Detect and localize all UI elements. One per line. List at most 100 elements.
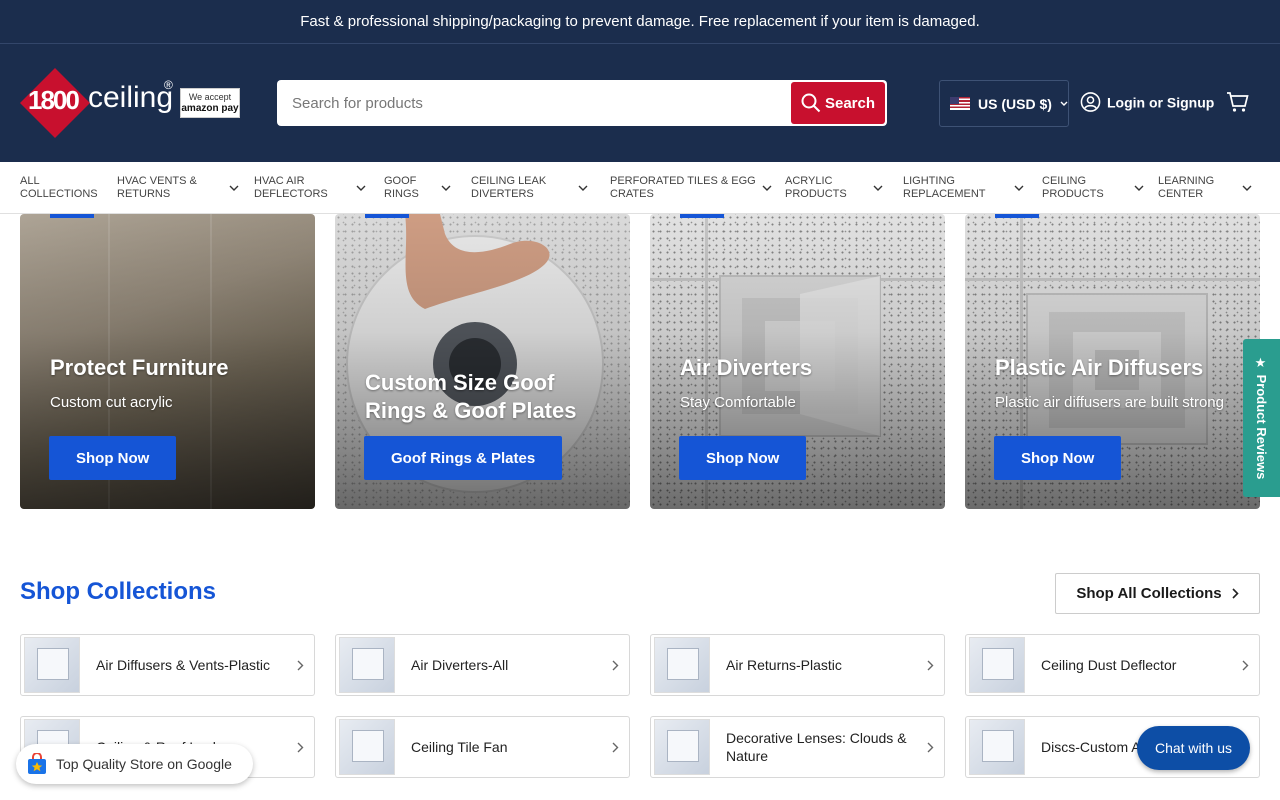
collection-thumbnail xyxy=(339,719,395,775)
amazon-badge-line1: We accept xyxy=(188,92,232,102)
collection-item[interactable]: Air Diverters-All xyxy=(335,634,630,696)
collection-label: Decorative Lenses: Clouds & Nature xyxy=(726,730,907,764)
search-input[interactable] xyxy=(277,80,791,126)
hero-card-goof-rings[interactable]: Custom Size Goof Rings & Goof Plates Goo… xyxy=(335,214,630,509)
shop-all-label: Shop All Collections xyxy=(1076,585,1222,602)
login-link[interactable]: Login or Signup xyxy=(1080,92,1214,113)
amazon-badge-line2: amazon pay xyxy=(181,103,239,114)
shop-all-collections-button[interactable]: Shop All Collections xyxy=(1055,573,1260,614)
shop-now-button[interactable]: Shop Now xyxy=(49,436,177,480)
hero-card-air-diverters[interactable]: Air Diverters Stay Comfortable Shop Now xyxy=(650,214,945,509)
collections-header: Shop Collections Shop All Collections xyxy=(20,573,1260,614)
chevron-down-icon xyxy=(873,185,883,191)
google-badge-label: Top Quality Store on Google xyxy=(56,756,232,772)
chevron-right-icon xyxy=(297,660,303,670)
nav-item-hvac-deflectors[interactable]: HVAC AIR DEFLECTORS xyxy=(254,175,384,201)
nav-label-line1: ACRYLIC xyxy=(785,174,833,187)
nav-item-learning-center[interactable]: LEARNING CENTER xyxy=(1158,175,1258,201)
chevron-right-icon xyxy=(297,742,303,752)
nav-label-line1: HVAC VENTS & xyxy=(117,174,197,187)
search-bar: Search xyxy=(277,80,887,126)
search-button-label: Search xyxy=(824,94,876,112)
currency-label: US (USD $) xyxy=(978,95,1052,112)
nav-label-line2: PRODUCTS xyxy=(785,187,847,200)
card-title: Plastic Air Diffusers xyxy=(995,355,1204,380)
main-nav: ALL COLLECTIONS HVAC VENTS & RETURNS HVAC … xyxy=(0,162,1280,214)
chevron-down-icon xyxy=(762,185,772,191)
collection-thumbnail xyxy=(654,637,710,693)
nav-label-line1: GOOF xyxy=(384,174,417,187)
hero-cards: Protect Furniture Custom cut acrylic Sho… xyxy=(0,214,1280,510)
logo-word: ceiling xyxy=(88,81,174,114)
shop-now-button[interactable]: Shop Now xyxy=(994,436,1122,480)
product-reviews-tab[interactable]: ★ Product Reviews xyxy=(1243,339,1280,497)
nav-label-line1: ALL xyxy=(20,174,40,187)
nav-item-lighting-replacement[interactable]: LIGHTING REPLACEMENT xyxy=(903,175,1042,201)
search-icon xyxy=(801,93,821,113)
collection-label: Ceiling Tile Fan xyxy=(411,739,508,755)
nav-label-line2: RETURNS xyxy=(117,187,171,200)
chevron-down-icon xyxy=(1134,185,1144,191)
shop-now-button[interactable]: Shop Now xyxy=(679,436,807,480)
nav-item-all-collections[interactable]: ALL COLLECTIONS xyxy=(20,175,117,201)
site-logo[interactable]: 1800 ceiling ® We accept amazon pay xyxy=(20,68,242,138)
google-shopping-icon xyxy=(28,753,46,774)
nav-label-line2: DIVERTERS xyxy=(471,187,534,200)
nav-label-line1: HVAC AIR xyxy=(254,174,305,187)
hero-card-protect-furniture[interactable]: Protect Furniture Custom cut acrylic Sho… xyxy=(20,214,315,509)
collection-thumbnail xyxy=(339,637,395,693)
search-button[interactable]: Search xyxy=(791,82,885,124)
nav-label-line2: CRATES xyxy=(610,187,654,200)
nav-label-line2: RINGS xyxy=(384,187,419,200)
cart-icon[interactable] xyxy=(1226,91,1250,113)
card-subtitle: Plastic air diffusers are built strong xyxy=(995,394,1224,411)
nav-item-goof-rings[interactable]: GOOF RINGS xyxy=(384,175,471,201)
nav-item-acrylic-products[interactable]: ACRYLIC PRODUCTS xyxy=(785,175,903,201)
collection-item[interactable]: Decorative Lenses: Clouds & Nature xyxy=(650,716,945,778)
user-icon xyxy=(1080,92,1101,112)
hero-card-plastic-diffusers[interactable]: Plastic Air Diffusers Plastic air diffus… xyxy=(965,214,1260,509)
collection-item[interactable]: Ceiling Dust Deflector xyxy=(965,634,1260,696)
collections-title: Shop Collections xyxy=(20,578,217,605)
nav-label-line1: CEILING xyxy=(1042,174,1087,187)
chevron-right-icon xyxy=(927,742,933,752)
chevron-down-icon xyxy=(356,185,366,191)
collection-thumbnail xyxy=(969,637,1025,693)
card-subtitle: Stay Comfortable xyxy=(680,394,796,411)
chevron-right-icon xyxy=(612,660,618,670)
google-store-badge[interactable]: Top Quality Store on Google xyxy=(16,744,253,784)
chevron-down-icon xyxy=(229,185,239,191)
chevron-right-icon xyxy=(612,742,618,752)
goof-rings-button[interactable]: Goof Rings & Plates xyxy=(364,436,563,480)
chevron-down-icon xyxy=(1060,101,1068,106)
card-title: Air Diverters xyxy=(680,355,813,380)
chevron-right-icon xyxy=(1242,660,1248,670)
nav-item-hvac-vents[interactable]: HVAC VENTS & RETURNS xyxy=(117,175,254,201)
collection-thumbnail xyxy=(24,637,80,693)
announcement-text: Fast & professional shipping/packaging t… xyxy=(300,13,980,30)
chat-button[interactable]: Chat with us xyxy=(1137,726,1250,770)
card-tag xyxy=(680,214,724,218)
login-label: Login or Signup xyxy=(1107,94,1215,110)
nav-item-ceiling-leak-diverters[interactable]: CEILING LEAK DIVERTERS xyxy=(471,175,610,201)
logo-number: 1800 xyxy=(28,85,80,115)
collection-item[interactable]: Air Diffusers & Vents-Plastic xyxy=(20,634,315,696)
nav-item-perforated-tiles[interactable]: PERFORATED TILES & EGG CRATES xyxy=(610,175,785,201)
card-subtitle: Custom cut acrylic xyxy=(50,394,173,411)
nav-label-line2: REPLACEMENT xyxy=(903,187,986,200)
chevron-down-icon xyxy=(1242,185,1252,191)
collection-item[interactable]: Ceiling Tile Fan xyxy=(335,716,630,778)
us-flag-icon xyxy=(950,97,970,110)
announcement-bar: Fast & professional shipping/packaging t… xyxy=(0,0,1280,44)
site-header: 1800 ceiling ® We accept amazon pay Sear… xyxy=(0,44,1280,162)
collection-item[interactable]: Air Returns-Plastic xyxy=(650,634,945,696)
card-title: Custom Size Goof Rings & Goof Plates xyxy=(365,370,577,423)
nav-label-line1: LIGHTING xyxy=(903,174,955,187)
chevron-down-icon xyxy=(1014,185,1024,191)
logo-registered: ® xyxy=(164,78,173,92)
currency-selector[interactable]: US (USD $) xyxy=(939,80,1069,127)
card-tag xyxy=(995,214,1039,218)
amazon-pay-badge: We accept amazon pay xyxy=(180,88,240,118)
collection-label: Air Diffusers & Vents-Plastic xyxy=(96,657,271,673)
nav-item-ceiling-products[interactable]: CEILING PRODUCTS xyxy=(1042,175,1158,201)
